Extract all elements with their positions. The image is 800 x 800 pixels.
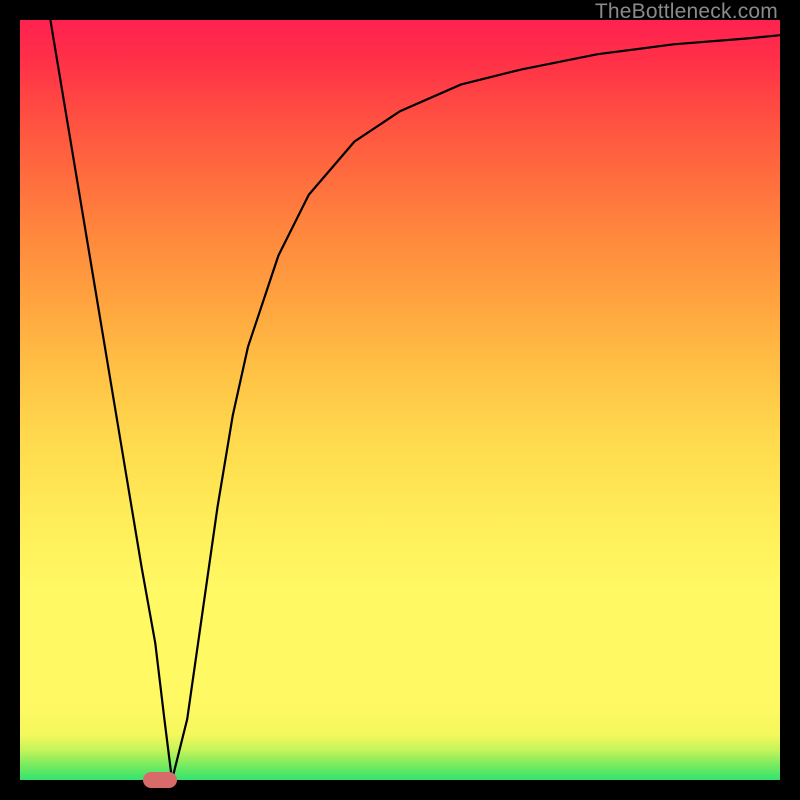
curve-path — [50, 20, 780, 780]
plot-area — [20, 20, 780, 780]
optimum-marker — [143, 772, 177, 788]
bottleneck-curve — [20, 20, 780, 780]
chart-frame: TheBottleneck.com — [0, 0, 800, 800]
watermark-text: TheBottleneck.com — [595, 0, 778, 24]
